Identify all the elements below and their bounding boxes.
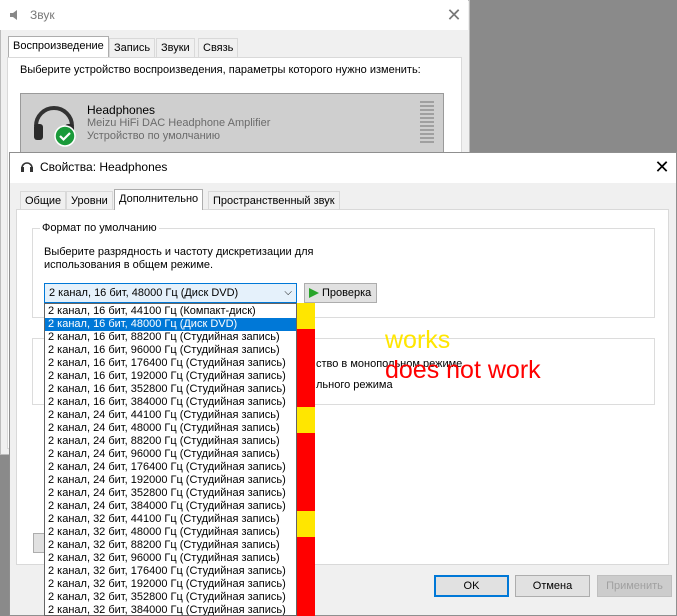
level-meter bbox=[420, 101, 434, 145]
apply-button[interactable]: Применить bbox=[597, 575, 672, 597]
properties-close-icon[interactable]: ✕ bbox=[648, 155, 676, 179]
chevron-down-icon: ⌵ bbox=[284, 287, 292, 298]
tab-playback[interactable]: Воспроизведение bbox=[8, 36, 109, 57]
format-option[interactable]: 2 канал, 24 бит, 384000 Гц (Студийная за… bbox=[45, 500, 296, 513]
play-icon bbox=[309, 288, 319, 298]
marker-not-work bbox=[297, 446, 315, 460]
device-name: Headphones bbox=[87, 103, 156, 117]
format-select-value: 2 канал, 16 бит, 48000 Гц (Диск DVD) bbox=[49, 287, 239, 299]
marker-not-work bbox=[297, 342, 315, 356]
tab-spatial-sound[interactable]: Пространственный звук bbox=[208, 191, 340, 210]
format-option[interactable]: 2 канал, 24 бит, 192000 Гц (Студийная за… bbox=[45, 474, 296, 487]
tab-recording[interactable]: Запись bbox=[109, 38, 156, 57]
default-format-legend: Формат по умолчанию bbox=[40, 222, 159, 234]
check-icon bbox=[54, 125, 76, 147]
properties-title: Свойства: Headphones bbox=[40, 160, 168, 174]
annotation-works: works bbox=[385, 326, 451, 354]
cancel-button[interactable]: Отмена bbox=[515, 575, 590, 597]
marker-works bbox=[297, 524, 315, 538]
marker-not-work bbox=[297, 537, 315, 551]
marker-not-work bbox=[297, 563, 315, 577]
format-option[interactable]: 2 канал, 24 бит, 352800 Гц (Студийная за… bbox=[45, 487, 296, 500]
sound-close-icon[interactable]: ✕ bbox=[440, 3, 468, 27]
device-status: Устройство по умолчанию bbox=[87, 130, 221, 142]
marker-not-work bbox=[297, 498, 315, 512]
marker-not-work bbox=[297, 381, 315, 395]
format-option[interactable]: 2 канал, 16 бит, 352800 Гц (Студийная за… bbox=[45, 383, 296, 396]
format-option[interactable]: 2 канал, 32 бит, 176400 Гц (Студийная за… bbox=[45, 565, 296, 578]
tab-general[interactable]: Общие bbox=[20, 191, 67, 210]
tab-communications[interactable]: Связь bbox=[198, 38, 239, 57]
properties-tabs: Общие Уровни Дополнительно Пространствен… bbox=[20, 189, 350, 211]
format-option[interactable]: 2 канал, 16 бит, 96000 Гц (Студийная зап… bbox=[45, 344, 296, 357]
format-option[interactable]: 2 канал, 16 бит, 192000 Гц (Студийная за… bbox=[45, 370, 296, 383]
sound-titlebar bbox=[0, 0, 468, 30]
ok-button[interactable]: OK bbox=[434, 575, 509, 597]
format-option[interactable]: 2 канал, 32 бит, 384000 Гц (Студийная за… bbox=[45, 604, 296, 615]
marker-works bbox=[297, 420, 315, 434]
marker-works bbox=[297, 316, 315, 330]
marker-works bbox=[297, 407, 315, 421]
marker-not-work bbox=[297, 355, 315, 369]
default-format-description: Выберите разрядность и частоту дискретиз… bbox=[44, 246, 314, 271]
exclusive-mode-text-2: льного режима bbox=[316, 379, 393, 391]
marker-not-work bbox=[297, 329, 315, 343]
marker-not-work bbox=[297, 459, 315, 473]
format-option[interactable]: 2 канал, 16 бит, 384000 Гц (Студийная за… bbox=[45, 396, 296, 409]
marker-not-work bbox=[297, 576, 315, 590]
device-description: Meizu HiFi DAC Headphone Amplifier bbox=[87, 117, 271, 129]
sound-tabs: Воспроизведение Запись Звуки Связь bbox=[8, 36, 308, 58]
marker-not-work bbox=[297, 368, 315, 382]
format-option[interactable]: 2 канал, 32 бит, 352800 Гц (Студийная за… bbox=[45, 591, 296, 604]
format-option[interactable]: 2 канал, 16 бит, 44100 Гц (Компакт-диск) bbox=[45, 305, 296, 318]
format-option[interactable]: 2 канал, 16 бит, 88200 Гц (Студийная зап… bbox=[45, 331, 296, 344]
tab-sounds[interactable]: Звуки bbox=[156, 38, 195, 57]
sound-description: Выберите устройство воспроизведения, пар… bbox=[20, 64, 421, 76]
marker-works bbox=[297, 303, 315, 317]
marker-not-work bbox=[297, 394, 315, 408]
format-option[interactable]: 2 канал, 32 бит, 192000 Гц (Студийная за… bbox=[45, 578, 296, 591]
format-option[interactable]: 2 канал, 16 бит, 176400 Гц (Студийная за… bbox=[45, 357, 296, 370]
format-option[interactable]: 2 канал, 32 бит, 88200 Гц (Студийная зап… bbox=[45, 539, 296, 552]
marker-not-work bbox=[297, 433, 315, 447]
format-option[interactable]: 2 канал, 24 бит, 88200 Гц (Студийная зап… bbox=[45, 435, 296, 448]
marker-not-work bbox=[297, 472, 315, 486]
format-dropdown-list[interactable]: 2 канал, 16 бит, 44100 Гц (Компакт-диск)… bbox=[44, 303, 297, 616]
headphones-small-icon bbox=[21, 162, 33, 172]
marker-works bbox=[297, 511, 315, 525]
marker-not-work bbox=[297, 485, 315, 499]
format-option[interactable]: 2 канал, 24 бит, 44100 Гц (Студийная зап… bbox=[45, 409, 296, 422]
marker-not-work bbox=[297, 589, 315, 603]
speaker-icon bbox=[10, 10, 17, 20]
format-option[interactable]: 2 канал, 24 бит, 48000 Гц (Студийная зап… bbox=[45, 422, 296, 435]
marker-not-work bbox=[297, 550, 315, 564]
test-button-label: Проверка bbox=[322, 287, 372, 299]
annotation-does-not-work: does not work bbox=[385, 356, 541, 384]
test-button[interactable]: Проверка bbox=[304, 283, 377, 303]
format-option[interactable]: 2 канал, 32 бит, 96000 Гц (Студийная зап… bbox=[45, 552, 296, 565]
format-option[interactable]: 2 канал, 32 бит, 48000 Гц (Студийная зап… bbox=[45, 526, 296, 539]
format-option[interactable]: 2 канал, 24 бит, 176400 Гц (Студийная за… bbox=[45, 461, 296, 474]
format-option[interactable]: 2 канал, 32 бит, 44100 Гц (Студийная зап… bbox=[45, 513, 296, 526]
tab-levels[interactable]: Уровни bbox=[66, 191, 113, 210]
format-option[interactable]: 2 канал, 16 бит, 48000 Гц (Диск DVD) bbox=[45, 318, 296, 331]
format-select[interactable]: 2 канал, 16 бит, 48000 Гц (Диск DVD) ⌵ bbox=[44, 283, 297, 303]
format-option[interactable]: 2 канал, 24 бит, 96000 Гц (Студийная зап… bbox=[45, 448, 296, 461]
sound-window-title: Звук bbox=[30, 8, 55, 22]
tab-advanced[interactable]: Дополнительно bbox=[114, 189, 204, 210]
marker-not-work bbox=[297, 602, 315, 616]
